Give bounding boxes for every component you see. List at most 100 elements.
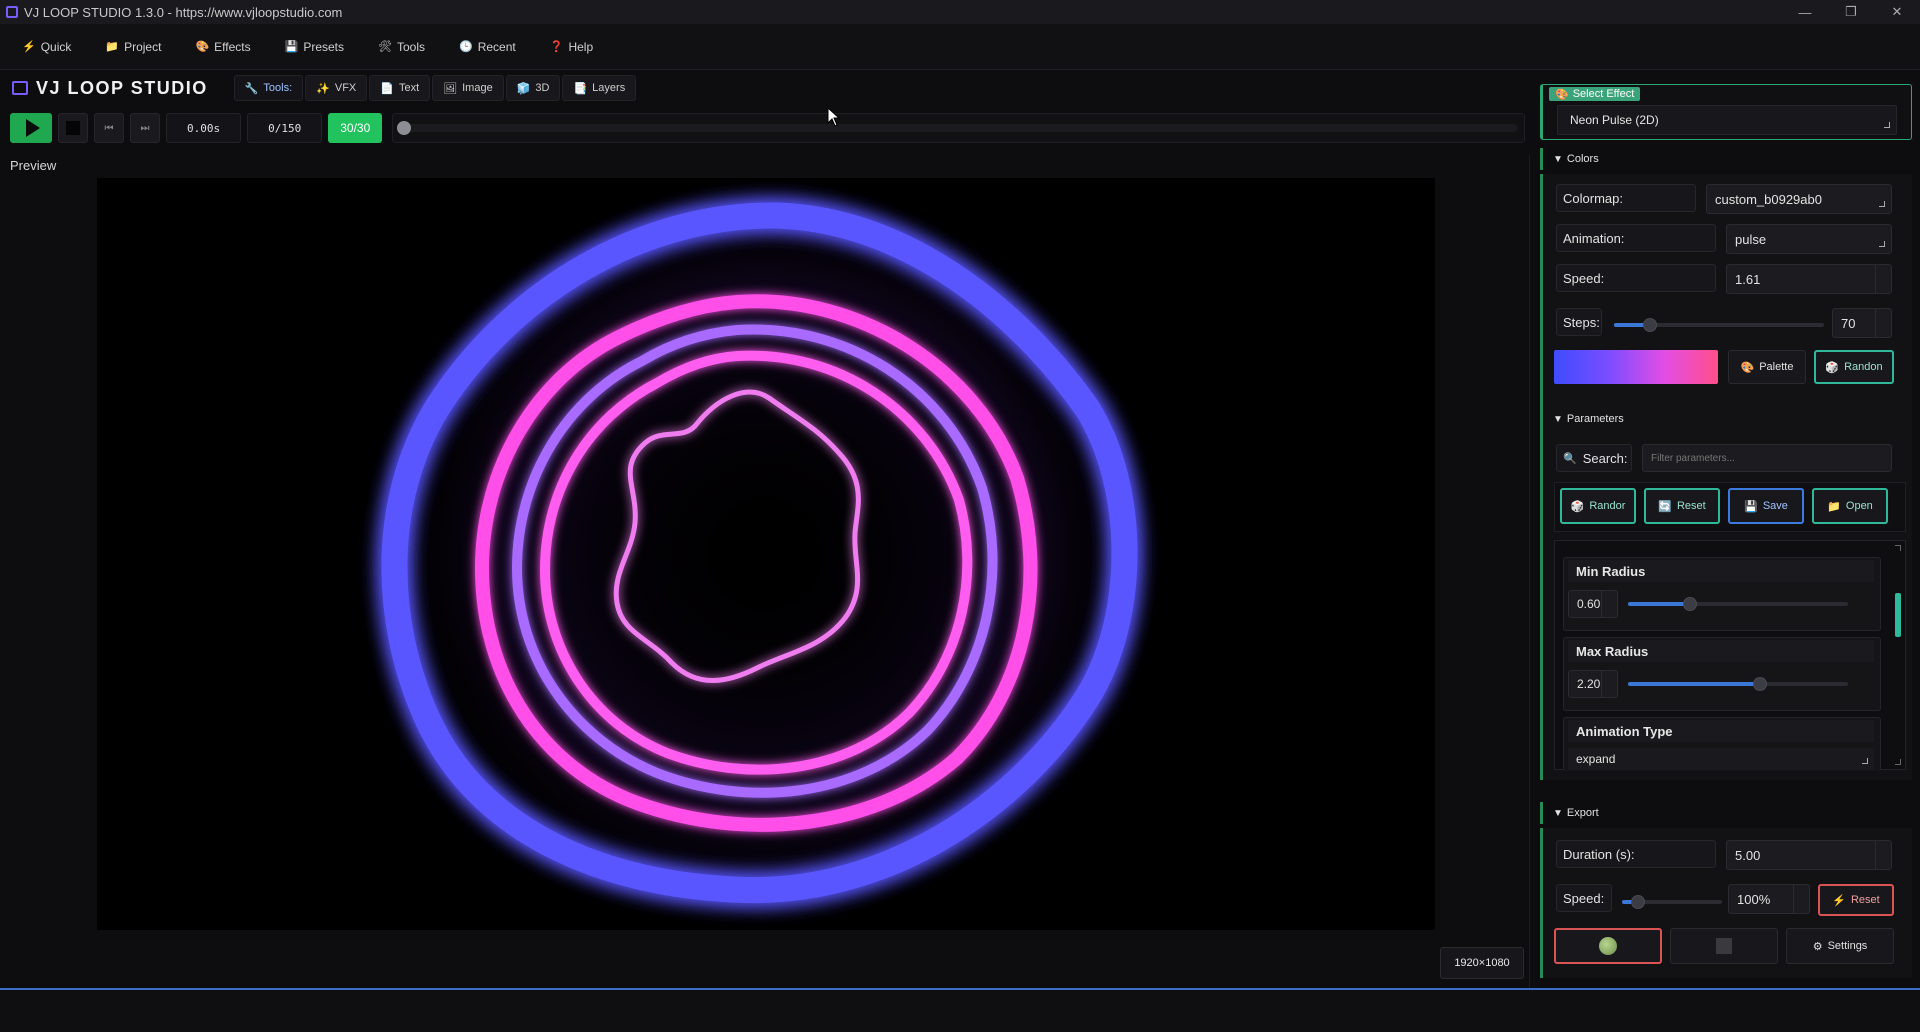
tools-label[interactable]: 🔧 Tools:	[233, 75, 304, 101]
tool-layers-button[interactable]: 📑 Layers	[562, 75, 637, 101]
stop-button[interactable]	[58, 113, 88, 143]
max-radius-spinbox[interactable]: 2.20	[1568, 670, 1618, 698]
random-colors-button[interactable]: 🎲 Randon	[1814, 350, 1894, 384]
min-radius-spinbox[interactable]: 0.60	[1568, 590, 1618, 618]
spin-arrows[interactable]	[1793, 885, 1809, 913]
tool-label: 3D	[535, 82, 550, 94]
duration-label: Duration (s):	[1556, 840, 1716, 868]
menu-presets[interactable]: 💾 Presets	[285, 40, 344, 54]
min-radius-slider[interactable]	[1628, 597, 1848, 611]
close-icon[interactable]: ✕	[1874, 0, 1920, 24]
frame-readout: 0/150	[247, 113, 323, 143]
dice-icon: 🎲	[1825, 361, 1840, 374]
menu-label: Help	[568, 39, 594, 54]
button-label: Settings	[1827, 940, 1868, 952]
menu-label: Quick	[40, 39, 72, 54]
tool-vfx-button[interactable]: ✨ VFX	[305, 75, 368, 101]
spin-arrows[interactable]	[1875, 309, 1891, 337]
slider-thumb[interactable]	[1753, 677, 1767, 691]
param-max-radius: Max Radius 2.20	[1563, 637, 1881, 711]
parameter-scrollbar[interactable]	[1895, 593, 1901, 637]
animation-value: pulse	[1735, 231, 1767, 247]
tool-3d-button[interactable]: 🧊 3D	[505, 75, 561, 101]
palette-button[interactable]: 🎨 Palette	[1728, 350, 1806, 384]
restore-icon[interactable]: ❐	[1828, 0, 1874, 24]
search-input[interactable]	[1642, 444, 1892, 472]
save-params-button[interactable]: 💾 Save	[1728, 488, 1804, 524]
search-label: 🔍 Search:	[1556, 444, 1632, 472]
section-title: Parameters	[1566, 413, 1624, 425]
parameters-section-header[interactable]: ▼ Parameters	[1540, 408, 1912, 430]
slider-fill	[1628, 602, 1690, 606]
colors-section-header[interactable]: ▼ Colors	[1540, 148, 1912, 170]
spin-arrows[interactable]	[1875, 841, 1891, 869]
tool-text-button[interactable]: 📄 Text	[369, 75, 431, 101]
export-section-header[interactable]: ▼ Export	[1540, 802, 1912, 824]
preview-canvas[interactable]	[97, 178, 1435, 930]
effect-dropdown[interactable]: Neon Pulse (2D)	[1557, 105, 1897, 135]
button-label: Reset	[1850, 894, 1880, 906]
animation-dropdown[interactable]: pulse	[1726, 224, 1892, 254]
duration-spinbox[interactable]: 5.00	[1726, 840, 1892, 870]
slider-thumb[interactable]	[1683, 597, 1697, 611]
export-reset-button[interactable]: ⚡ Reset	[1818, 884, 1894, 916]
mouse-cursor-icon	[827, 107, 841, 127]
spin-arrows[interactable]	[1601, 591, 1617, 617]
random-params-button[interactable]: 🎲 Randor	[1560, 488, 1636, 524]
button-label: Save	[1762, 500, 1788, 512]
menu-project[interactable]: 📁 Project	[105, 40, 161, 54]
skip-forward-button[interactable]: ⏭	[130, 113, 160, 143]
spin-arrows[interactable]	[1875, 265, 1891, 293]
animation-type-dropdown[interactable]: expand	[1568, 748, 1874, 770]
wrench-icon: 🔧	[244, 82, 259, 95]
speed-spinbox[interactable]: 1.61	[1726, 264, 1892, 294]
time-readout: 0.00s	[166, 113, 242, 143]
param-min-radius: Min Radius 0.60	[1563, 557, 1881, 631]
layers-icon: 📑	[573, 82, 588, 95]
export-speed-slider[interactable]	[1622, 895, 1722, 909]
corner-icon	[1895, 545, 1901, 551]
colormap-dropdown[interactable]: custom_b0929ab0	[1706, 184, 1892, 214]
steps-slider[interactable]	[1614, 318, 1824, 332]
menu-quick[interactable]: ⚡ Quick	[22, 40, 71, 54]
stop-icon	[1716, 938, 1732, 954]
play-button[interactable]	[10, 113, 52, 143]
effect-dropdown-value: Neon Pulse (2D)	[1570, 113, 1659, 127]
colormap-gradient-preview[interactable]	[1554, 350, 1718, 384]
slider-thumb[interactable]	[1631, 895, 1645, 909]
parameter-list[interactable]: Min Radius 0.60 Max Radius 2.20 Animatio…	[1554, 540, 1906, 771]
fps-badge[interactable]: 30/30	[328, 113, 383, 143]
right-panel: 🎨 Select Effect Neon Pulse (2D) ▼ Colors C…	[1540, 78, 1912, 980]
tools-group: 🔧 Tools: ✨ VFX 📄 Text 🖼 Image 🧊 3D 📑 Layers	[233, 75, 637, 101]
tool-image-button[interactable]: 🖼 Image	[432, 75, 504, 101]
question-icon: ❓	[549, 41, 564, 53]
triangle-down-icon: ▼	[1553, 413, 1563, 425]
max-radius-slider[interactable]	[1628, 677, 1848, 691]
select-effect-tag: 🎨 Select Effect	[1549, 87, 1641, 101]
triangle-down-icon: ▼	[1553, 153, 1563, 165]
menu-recent[interactable]: 🕒 Recent	[459, 40, 516, 54]
colormap-value: custom_b0929ab0	[1715, 191, 1822, 207]
preview-label: Preview	[10, 158, 57, 173]
param-title: Min Radius	[1568, 560, 1874, 582]
spin-arrows[interactable]	[1601, 671, 1617, 697]
slider-thumb[interactable]	[1643, 318, 1657, 332]
duration-value: 5.00	[1735, 847, 1761, 863]
reset-params-button[interactable]: 🔄 Reset	[1644, 488, 1720, 524]
menu-tools[interactable]: 🛠 Tools	[378, 40, 425, 54]
minimize-icon[interactable]: —	[1782, 0, 1828, 24]
menu-help[interactable]: ❓ Help	[550, 40, 593, 54]
menu-effects[interactable]: 🎨 Effects	[195, 40, 250, 54]
stop-export-button[interactable]	[1670, 928, 1778, 964]
skip-back-button[interactable]: ⏮	[94, 113, 124, 143]
dice-icon: 🎲	[1570, 500, 1585, 513]
record-button[interactable]	[1554, 928, 1662, 964]
open-params-button[interactable]: 📁 Open	[1812, 488, 1888, 524]
export-settings-button[interactable]: ⚙ Settings	[1786, 928, 1894, 964]
timeline-scrubber[interactable]	[392, 113, 1525, 143]
export-speed-spinbox[interactable]: 100%	[1728, 884, 1810, 914]
triangle-down-icon: ▼	[1553, 807, 1563, 819]
steps-spinbox[interactable]: 70	[1832, 308, 1892, 338]
tools-label-text: Tools:	[263, 82, 293, 94]
timeline-handle[interactable]	[397, 121, 412, 135]
